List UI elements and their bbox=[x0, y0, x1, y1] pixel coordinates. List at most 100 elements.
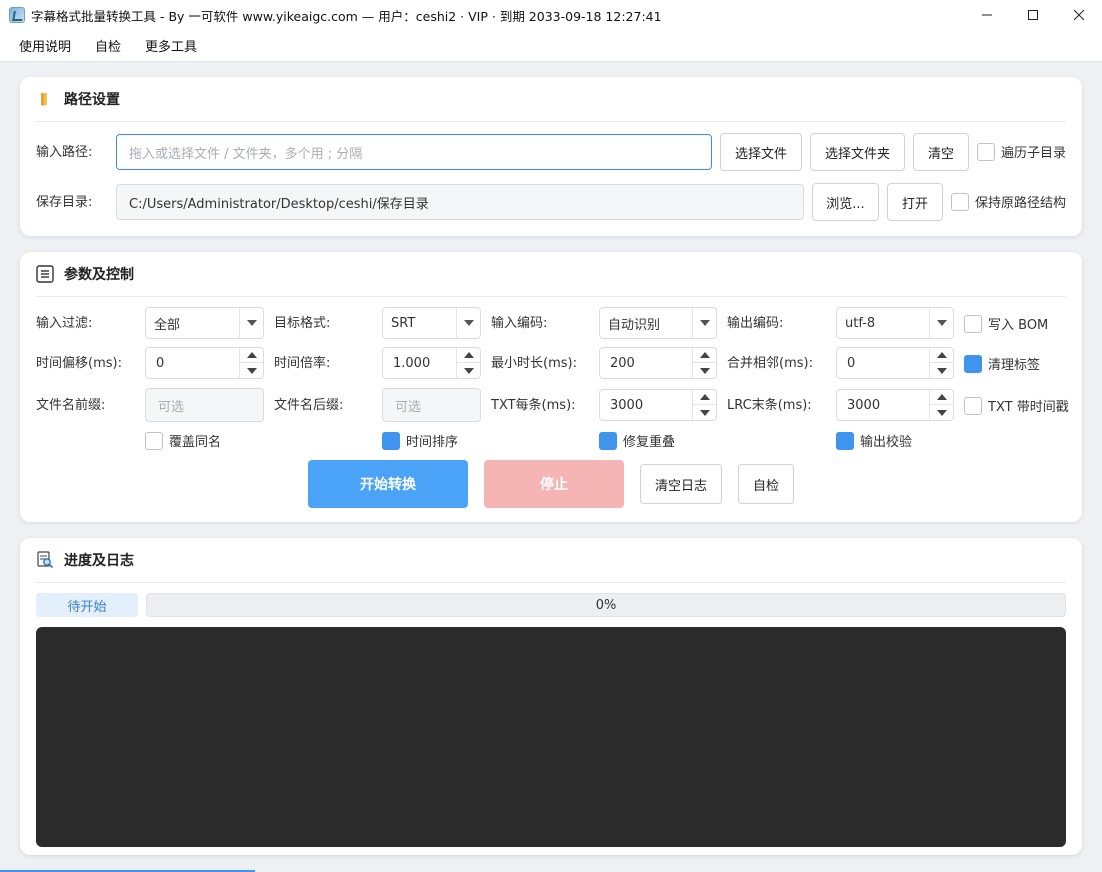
arrow-up-icon[interactable] bbox=[693, 390, 716, 405]
clear-path-button[interactable]: 清空 bbox=[913, 133, 969, 171]
output-check-checkbox[interactable]: 输出校验 bbox=[836, 431, 912, 450]
time-offset-stepper[interactable] bbox=[239, 348, 263, 378]
browse-button[interactable]: 浏览... bbox=[812, 183, 879, 221]
lrc-last-stepper[interactable] bbox=[929, 390, 953, 420]
fix-overlap-label: 修复重叠 bbox=[623, 435, 676, 450]
merge-adjacent-value: 0 bbox=[847, 355, 856, 371]
time-scale-spinner[interactable]: 1.000 bbox=[382, 347, 481, 379]
min-duration-value: 200 bbox=[610, 355, 635, 371]
write-bom-label: 写入 BOM bbox=[988, 318, 1049, 333]
txt-per-value: 3000 bbox=[610, 397, 644, 413]
arrow-down-icon[interactable] bbox=[693, 363, 716, 378]
log-panel-title: 进度及日志 bbox=[64, 553, 134, 569]
input-encoding-value: 自动识别 bbox=[608, 317, 661, 333]
fix-overlap-checkbox[interactable]: 修复重叠 bbox=[599, 431, 675, 450]
chevron-down-icon bbox=[456, 308, 480, 338]
arrow-down-icon[interactable] bbox=[930, 405, 953, 420]
overwrite-checkbox-box bbox=[145, 431, 163, 450]
app-icon bbox=[9, 7, 25, 23]
sort-time-checkbox-box bbox=[382, 431, 400, 450]
clean-tags-label: 清理标签 bbox=[988, 358, 1041, 373]
minimize-icon bbox=[982, 14, 992, 16]
suffix-input[interactable]: 可选 bbox=[382, 388, 481, 422]
min-duration-label: 最小时长(ms): bbox=[491, 356, 577, 371]
params-panel-header: 参数及控制 bbox=[36, 252, 1066, 297]
arrow-up-icon[interactable] bbox=[240, 348, 263, 363]
menu-bar: 使用说明 自检 更多工具 bbox=[0, 30, 1102, 62]
lrc-last-spinner[interactable]: 3000 bbox=[836, 389, 954, 421]
lrc-last-value: 3000 bbox=[847, 397, 881, 413]
menu-self-check[interactable]: 自检 bbox=[95, 36, 121, 55]
status-badge: 待开始 bbox=[36, 593, 138, 617]
arrow-up-icon[interactable] bbox=[930, 390, 953, 405]
minimize-button[interactable] bbox=[964, 0, 1010, 30]
txt-per-label: TXT每条(ms): bbox=[491, 398, 576, 413]
suffix-label: 文件名后缀: bbox=[274, 398, 344, 413]
output-check-checkbox-box bbox=[836, 431, 854, 450]
chevron-down-icon bbox=[929, 308, 953, 338]
folder-icon bbox=[36, 90, 54, 108]
input-path-field[interactable]: 拖入或选择文件 / 文件夹，多个用 ; 分隔 bbox=[116, 134, 712, 170]
select-folder-button[interactable]: 选择文件夹 bbox=[810, 133, 905, 171]
document-search-icon bbox=[36, 551, 54, 569]
clean-tags-checkbox[interactable]: 清理标签 bbox=[964, 354, 1040, 373]
save-dir-field[interactable]: C:/Users/Administrator/Desktop/ceshi/保存目… bbox=[116, 184, 804, 220]
arrow-up-icon[interactable] bbox=[930, 348, 953, 363]
prefix-label: 文件名前缀: bbox=[36, 398, 106, 413]
keep-structure-checkbox[interactable]: 保持原路径结构 bbox=[951, 192, 1066, 211]
txt-timestamp-label: TXT 带时间戳 bbox=[988, 400, 1069, 415]
output-encoding-select[interactable]: utf-8 bbox=[836, 307, 954, 339]
arrow-down-icon[interactable] bbox=[457, 363, 480, 378]
log-panel-header: 进度及日志 bbox=[36, 538, 1066, 583]
input-encoding-label: 输入编码: bbox=[491, 316, 548, 331]
min-duration-stepper[interactable] bbox=[692, 348, 716, 378]
clear-log-button[interactable]: 清空日志 bbox=[640, 464, 722, 504]
txt-per-spinner[interactable]: 3000 bbox=[599, 389, 717, 421]
write-bom-checkbox[interactable]: 写入 BOM bbox=[964, 314, 1048, 333]
title-bar: 字幕格式批量转换工具 - By 一可软件 www.yikeaigc.com — … bbox=[0, 0, 1102, 30]
window-controls bbox=[964, 0, 1102, 30]
txt-per-stepper[interactable] bbox=[692, 390, 716, 420]
recursive-checkbox[interactable]: 遍历子目录 bbox=[977, 142, 1066, 161]
time-offset-spinner[interactable]: 0 bbox=[145, 347, 264, 379]
path-panel-title: 路径设置 bbox=[64, 92, 120, 108]
progress-text: 0% bbox=[595, 597, 617, 613]
arrow-down-icon[interactable] bbox=[930, 363, 953, 378]
params-panel: 参数及控制 输入过滤: 全部 目标格式: SRT 输入编码: 自动识别 输出编码… bbox=[20, 252, 1082, 522]
menu-help[interactable]: 使用说明 bbox=[19, 36, 71, 55]
merge-adjacent-spinner[interactable]: 0 bbox=[836, 347, 954, 379]
input-filter-select[interactable]: 全部 bbox=[145, 307, 264, 339]
arrow-up-icon[interactable] bbox=[693, 348, 716, 363]
close-button[interactable] bbox=[1056, 0, 1102, 30]
txt-timestamp-checkbox[interactable]: TXT 带时间戳 bbox=[964, 396, 1069, 415]
maximize-button[interactable] bbox=[1010, 0, 1056, 30]
progress-bar: 0% bbox=[146, 593, 1066, 617]
target-format-select[interactable]: SRT bbox=[382, 307, 481, 339]
overwrite-checkbox[interactable]: 覆盖同名 bbox=[145, 431, 221, 450]
open-dir-button[interactable]: 打开 bbox=[887, 183, 943, 221]
input-encoding-select[interactable]: 自动识别 bbox=[599, 307, 717, 339]
log-output[interactable] bbox=[36, 627, 1066, 847]
input-filter-label: 输入过滤: bbox=[36, 316, 93, 331]
merge-adjacent-stepper[interactable] bbox=[929, 348, 953, 378]
merge-adjacent-label: 合并相邻(ms): bbox=[727, 356, 813, 371]
save-dir-label: 保存目录: bbox=[36, 195, 93, 210]
write-bom-checkbox-box bbox=[964, 314, 982, 333]
params-panel-title: 参数及控制 bbox=[64, 267, 134, 283]
arrow-down-icon[interactable] bbox=[240, 363, 263, 378]
arrow-down-icon[interactable] bbox=[693, 405, 716, 420]
start-convert-button[interactable]: 开始转换 bbox=[308, 460, 468, 508]
self-check-button[interactable]: 自检 bbox=[738, 464, 794, 504]
time-scale-stepper[interactable] bbox=[456, 348, 480, 378]
min-duration-spinner[interactable]: 200 bbox=[599, 347, 717, 379]
sort-time-checkbox[interactable]: 时间排序 bbox=[382, 431, 458, 450]
path-panel-header: 路径设置 bbox=[36, 77, 1066, 122]
stop-button[interactable]: 停止 bbox=[484, 460, 624, 508]
prefix-input[interactable]: 可选 bbox=[145, 388, 264, 422]
path-settings-panel: 路径设置 输入路径: 拖入或选择文件 / 文件夹，多个用 ; 分隔 选择文件 选… bbox=[20, 77, 1082, 236]
select-file-button[interactable]: 选择文件 bbox=[720, 133, 802, 171]
output-encoding-value: utf-8 bbox=[845, 315, 876, 331]
menu-more-tools[interactable]: 更多工具 bbox=[145, 36, 197, 55]
input-filter-value: 全部 bbox=[154, 317, 181, 333]
arrow-up-icon[interactable] bbox=[457, 348, 480, 363]
